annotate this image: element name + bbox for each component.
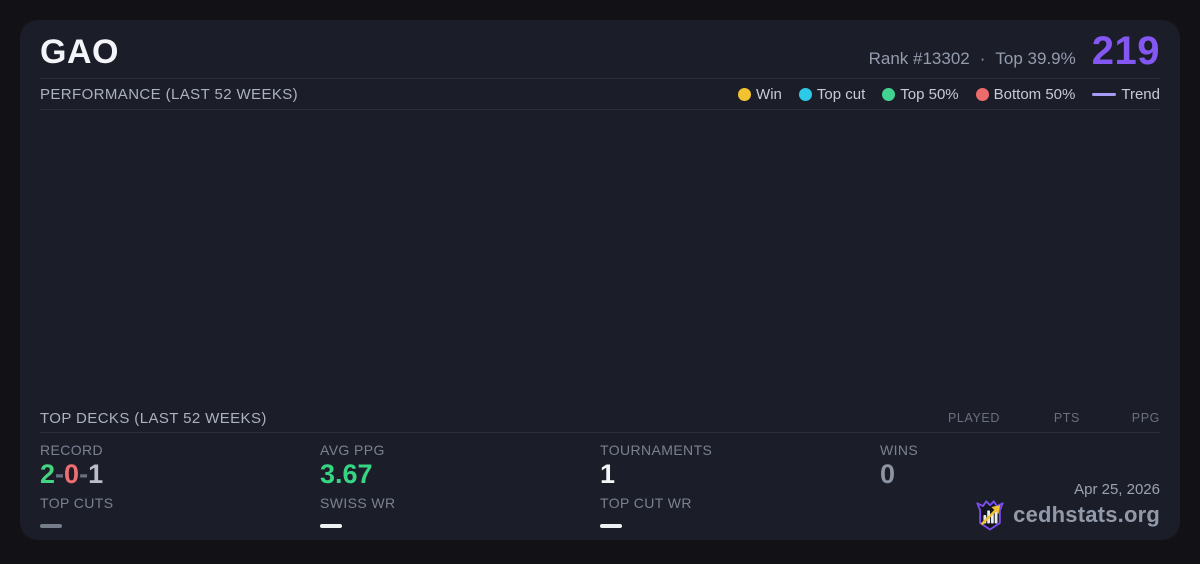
stat-column-record: RECORD 2-0-1 TOP CUTS: [40, 442, 320, 529]
swiss-wr-label: SWISS WR: [320, 495, 396, 512]
rank-summary: Rank #13302 · Top 39.9% 219: [869, 29, 1160, 73]
percentile-text: Top 39.9%: [995, 49, 1076, 68]
win-dot-icon: [738, 87, 752, 101]
tournaments-value: 1: [600, 459, 616, 489]
top-cut-wr-label: TOP CUT WR: [600, 495, 692, 512]
legend-label: Trend: [1121, 85, 1160, 103]
card-header: GAO Rank #13302 · Top 39.9% 219: [40, 20, 1160, 79]
top-cut-wr-empty-dash: [600, 524, 622, 529]
record-draws: 1: [88, 459, 104, 489]
top-decks-header-row: TOP DECKS (LAST 52 WEEKS) PLAYED PTS PPG: [40, 404, 1160, 433]
performance-header-row: PERFORMANCE (LAST 52 WEEKS) Win Top cut …: [40, 79, 1160, 110]
column-header-pts: PTS: [1053, 411, 1080, 425]
chart-legend: Win Top cut Top 50% Bottom 50% Trend: [738, 86, 1160, 103]
trend-line-icon: [1092, 92, 1117, 96]
legend-label: Bottom 50%: [993, 85, 1076, 103]
column-header-ppg: PPG: [1131, 411, 1160, 425]
brand-name: cedhstats.org: [1013, 502, 1160, 527]
branding: Apr 25, 2026 cedhstats.org: [975, 481, 1160, 531]
record-losses: 0: [64, 459, 80, 489]
bottom-50-dot-icon: [975, 87, 989, 101]
avg-ppg-value: 3.67: [320, 459, 373, 489]
stat-column-tournaments: TOURNAMENTS 1 TOP CUT WR: [600, 442, 880, 529]
stats-section: RECORD 2-0-1 TOP CUTS AVG PPG 3.67 SWISS…: [20, 433, 1180, 540]
stat-top-cut-wr: TOP CUT WR: [600, 495, 880, 529]
avg-ppg-label: AVG PPG: [320, 442, 385, 458]
top-decks-title: TOP DECKS (LAST 52 WEEKS): [40, 409, 267, 427]
rank-text: Rank #13302: [868, 49, 970, 68]
record-value: 2-0-1: [40, 459, 320, 490]
record-separator: -: [55, 459, 65, 489]
top-cut-dot-icon: [798, 87, 812, 101]
legend-item-bottom-50: Bottom 50%: [975, 85, 1076, 103]
legend-item-top-50: Top 50%: [882, 85, 959, 103]
record-label: RECORD: [40, 442, 104, 458]
legend-item-win: Win: [738, 86, 782, 103]
stat-column-avg-ppg: AVG PPG 3.67 SWISS WR: [320, 442, 600, 529]
swiss-wr-empty-dash: [320, 524, 342, 529]
rank-line: Rank #13302 · Top 39.9%: [869, 49, 1076, 69]
stat-top-cuts: TOP CUTS: [40, 495, 320, 529]
legend-item-top-cut: Top cut: [798, 85, 866, 103]
wins-label: WINS: [880, 442, 919, 458]
rank-separator: ·: [979, 49, 986, 68]
top-cuts-empty-dash: [40, 524, 62, 529]
legend-label: Top cut: [816, 85, 866, 103]
performance-chart-plot: [20, 110, 1180, 404]
top-cuts-label: TOP CUTS: [40, 495, 114, 512]
cedhstats-logo-icon: [975, 499, 1005, 531]
player-stats-card: GAO Rank #13302 · Top 39.9% 219 PERFORMA…: [20, 20, 1180, 540]
performance-title: PERFORMANCE (LAST 52 WEEKS): [40, 85, 299, 103]
record-wins: 2: [40, 459, 56, 489]
card-date: Apr 25, 2026: [1074, 481, 1160, 498]
player-name: GAO: [40, 33, 119, 71]
record-separator: -: [79, 459, 89, 489]
legend-label: Win: [756, 85, 782, 103]
brand-row: cedhstats.org: [975, 499, 1160, 531]
top-decks-columns: PLAYED PTS PPG: [920, 411, 1160, 425]
column-header-played: PLAYED: [947, 411, 1000, 425]
legend-item-trend: Trend: [1092, 86, 1160, 103]
legend-label: Top 50%: [900, 85, 959, 103]
top-50-dot-icon: [882, 87, 896, 101]
tournaments-label: TOURNAMENTS: [600, 442, 713, 458]
stat-swiss-wr: SWISS WR: [320, 495, 600, 529]
player-score: 219: [1091, 29, 1160, 73]
